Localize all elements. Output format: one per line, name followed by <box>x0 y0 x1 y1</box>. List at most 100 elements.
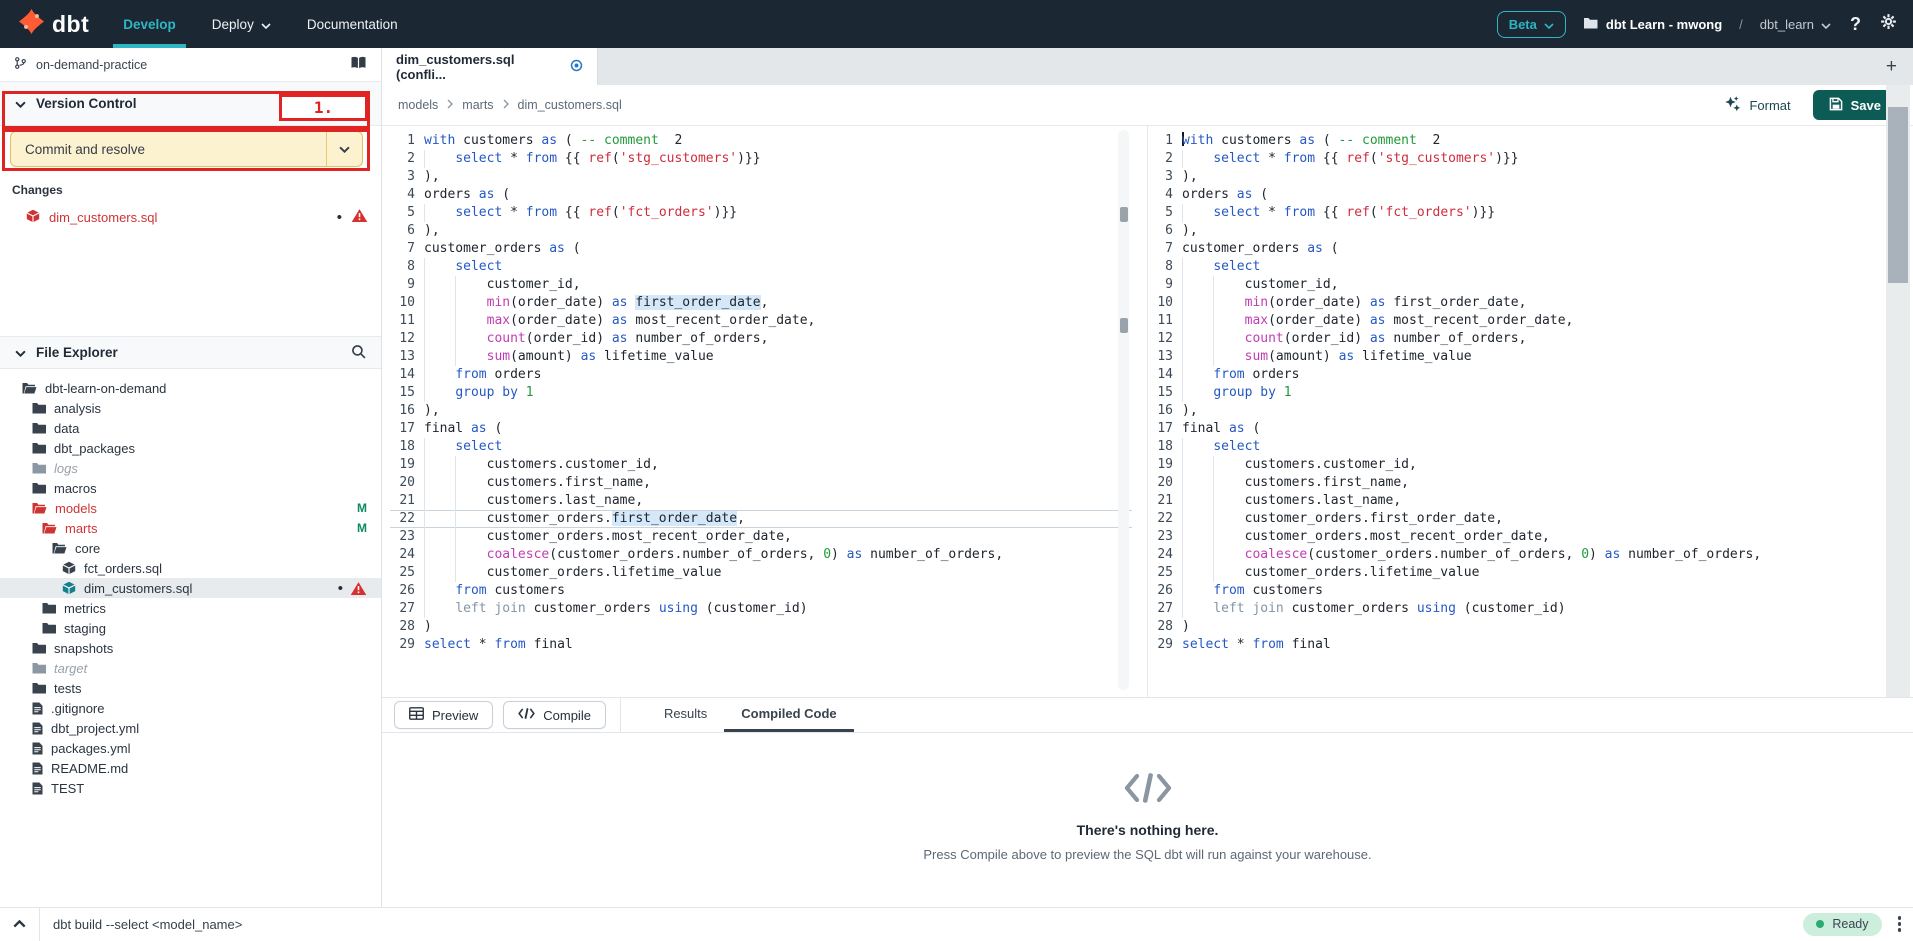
code-line[interactable]: 24 coalesce(customer_orders.number_of_or… <box>1148 546 1887 564</box>
tree-item-core[interactable]: core <box>0 538 381 558</box>
tree-item-.gitignore[interactable]: .gitignore <box>0 698 381 718</box>
right-pane-scrollbar[interactable] <box>1886 85 1910 697</box>
code-line[interactable]: 19 customers.customer_id, <box>1148 456 1887 474</box>
tab-compiled-code[interactable]: Compiled Code <box>724 698 853 732</box>
tree-item-models[interactable]: modelsM <box>0 498 381 518</box>
commit-options-chevron[interactable] <box>326 132 362 166</box>
code-line[interactable]: 24 coalesce(customer_orders.number_of_or… <box>390 546 1132 564</box>
nav-item-develop[interactable]: Develop <box>117 0 182 48</box>
code-line[interactable]: 21 customers.last_name, <box>1148 492 1887 510</box>
changed-file-row[interactable]: dim_customers.sql • <box>0 204 382 230</box>
tree-item-staging[interactable]: staging <box>0 618 381 638</box>
tree-item-dbt_project.yml[interactable]: dbt_project.yml <box>0 718 381 738</box>
code-line[interactable]: 20 customers.first_name, <box>1148 474 1887 492</box>
tree-item-dim_customers.sql[interactable]: dim_customers.sql• <box>0 578 381 598</box>
code-line[interactable]: 13 sum(amount) as lifetime_value <box>1148 348 1887 366</box>
search-icon[interactable] <box>351 344 366 362</box>
code-line[interactable]: 25 customer_orders.lifetime_value <box>1148 564 1887 582</box>
beta-badge[interactable]: Beta <box>1497 11 1566 38</box>
code-line[interactable]: 27 left join customer_orders using (cust… <box>1148 600 1887 618</box>
tree-item-fct_orders.sql[interactable]: fct_orders.sql <box>0 558 381 578</box>
code-line[interactable]: 25 customer_orders.lifetime_value <box>390 564 1132 582</box>
code-line[interactable]: 26 from customers <box>390 582 1132 600</box>
command-input[interactable] <box>40 917 1803 932</box>
code-line[interactable]: 7customer_orders as ( <box>390 240 1132 258</box>
code-line[interactable]: 3), <box>1148 168 1887 186</box>
code-line[interactable]: 18 select <box>390 438 1132 456</box>
code-line[interactable]: 23 customer_orders.most_recent_order_dat… <box>1148 528 1887 546</box>
dbt-logo[interactable]: dbt <box>18 8 89 40</box>
docs-book-icon[interactable] <box>350 56 367 73</box>
format-button[interactable]: Format <box>1724 95 1790 115</box>
nav-item-deploy[interactable]: Deploy <box>206 0 277 48</box>
code-line[interactable]: 3), <box>390 168 1132 186</box>
code-line[interactable]: 10 min(order_date) as first_order_date, <box>390 294 1132 312</box>
compile-button[interactable]: Compile <box>503 701 606 729</box>
code-line[interactable]: 28) <box>390 618 1132 636</box>
code-line[interactable]: 16), <box>1148 402 1887 420</box>
tree-item-metrics[interactable]: metrics <box>0 598 381 618</box>
code-line[interactable]: 11 max(order_date) as most_recent_order_… <box>390 312 1132 330</box>
code-line[interactable]: 1with customers as ( -- comment 2 <box>1148 132 1887 150</box>
account-selector[interactable]: dbt Learn - mwong <box>1583 17 1722 32</box>
code-line[interactable]: 2 select * from {{ ref('stg_customers')}… <box>390 150 1132 168</box>
code-line[interactable]: 22 customer_orders.first_order_date, <box>390 510 1132 528</box>
code-line[interactable]: 6), <box>390 222 1132 240</box>
save-button[interactable]: Save <box>1813 90 1897 120</box>
tree-item-logs[interactable]: logs <box>0 458 381 478</box>
gear-icon[interactable] <box>1880 13 1897 35</box>
help-icon[interactable]: ? <box>1848 14 1863 35</box>
code-line[interactable]: 4orders as ( <box>1148 186 1887 204</box>
code-line[interactable]: 13 sum(amount) as lifetime_value <box>390 348 1132 366</box>
branch-selector[interactable]: on-demand-practice <box>0 48 381 82</box>
code-line[interactable]: 6), <box>1148 222 1887 240</box>
code-line[interactable]: 29select * from final <box>390 636 1132 654</box>
code-line[interactable]: 29select * from final <box>1148 636 1887 654</box>
tree-item-analysis[interactable]: analysis <box>0 398 381 418</box>
code-line[interactable]: 2 select * from {{ ref('stg_customers')}… <box>1148 150 1887 168</box>
code-line[interactable]: 20 customers.first_name, <box>390 474 1132 492</box>
tree-item-snapshots[interactable]: snapshots <box>0 638 381 658</box>
tree-item-tests[interactable]: tests <box>0 678 381 698</box>
tree-item-README.md[interactable]: README.md <box>0 758 381 778</box>
tree-item-dbt-learn-on-demand[interactable]: dbt-learn-on-demand <box>0 378 381 398</box>
nav-item-documentation[interactable]: Documentation <box>301 0 404 48</box>
kebab-menu-icon[interactable] <box>1886 916 1913 932</box>
scrollbar-thumb[interactable] <box>1888 107 1908 283</box>
code-pane-right[interactable]: 1with customers as ( -- comment 22 selec… <box>1147 126 1887 697</box>
breadcrumb-models[interactable]: models <box>398 98 438 112</box>
tree-item-marts[interactable]: martsM <box>0 518 381 538</box>
code-pane-left[interactable]: 1with customers as ( -- comment 22 selec… <box>390 126 1132 697</box>
code-line[interactable]: 17final as ( <box>390 420 1132 438</box>
breadcrumb-marts[interactable]: marts <box>462 98 493 112</box>
code-line[interactable]: 26 from customers <box>1148 582 1887 600</box>
new-tab-icon[interactable]: + <box>1886 56 1897 78</box>
code-line[interactable]: 7customer_orders as ( <box>1148 240 1887 258</box>
code-line[interactable]: 15 group by 1 <box>390 384 1132 402</box>
code-line[interactable]: 22 customer_orders.first_order_date, <box>1148 510 1887 528</box>
preview-button[interactable]: Preview <box>394 701 493 729</box>
tree-item-macros[interactable]: macros <box>0 478 381 498</box>
code-line[interactable]: 10 min(order_date) as first_order_date, <box>1148 294 1887 312</box>
code-line[interactable]: 8 select <box>1148 258 1887 276</box>
code-line[interactable]: 5 select * from {{ ref('fct_orders')}} <box>390 204 1132 222</box>
tree-item-dbt_packages[interactable]: dbt_packages <box>0 438 381 458</box>
chevron-up-icon[interactable] <box>0 920 39 928</box>
tree-item-packages.yml[interactable]: packages.yml <box>0 738 381 758</box>
code-line[interactable]: 15 group by 1 <box>1148 384 1887 402</box>
code-line[interactable]: 11 max(order_date) as most_recent_order_… <box>1148 312 1887 330</box>
code-line[interactable]: 14 from orders <box>390 366 1132 384</box>
code-line[interactable]: 14 from orders <box>1148 366 1887 384</box>
code-line[interactable]: 27 left join customer_orders using (cust… <box>390 600 1132 618</box>
code-line[interactable]: 18 select <box>1148 438 1887 456</box>
tree-item-TEST[interactable]: TEST <box>0 778 381 798</box>
code-line[interactable]: 5 select * from {{ ref('fct_orders')}} <box>1148 204 1887 222</box>
scrollbar-thumb[interactable] <box>1120 207 1128 222</box>
code-line[interactable]: 16), <box>390 402 1132 420</box>
left-pane-scrollbar[interactable] <box>1118 130 1129 690</box>
file-explorer-header[interactable]: File Explorer <box>0 336 381 369</box>
editor-tab[interactable]: dim_customers.sql (confli... <box>382 48 598 85</box>
code-line[interactable]: 12 count(order_id) as number_of_orders, <box>390 330 1132 348</box>
code-line[interactable]: 9 customer_id, <box>390 276 1132 294</box>
code-line[interactable]: 28) <box>1148 618 1887 636</box>
